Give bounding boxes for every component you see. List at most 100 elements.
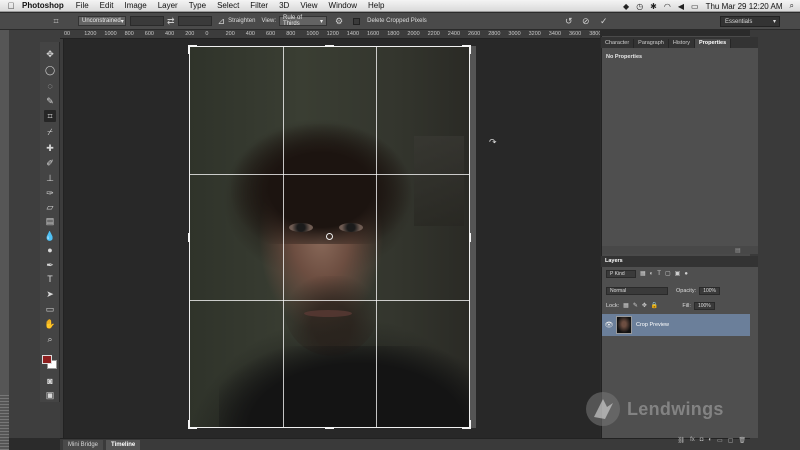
- trash-icon[interactable]: ▤: [735, 247, 741, 254]
- lock-image-icon[interactable]: ✎: [633, 302, 638, 309]
- new-layer-icon[interactable]: ▢: [728, 437, 734, 445]
- delete-cropped-pixels-checkbox[interactable]: [353, 17, 361, 25]
- filter-toggle-icon[interactable]: ●: [684, 271, 688, 277]
- apple-icon[interactable]: : [0, 1, 22, 11]
- swap-dimensions-icon[interactable]: ⇄: [167, 16, 175, 27]
- trash-icon[interactable]: 🗑: [738, 437, 746, 445]
- straighten-button[interactable]: Straighten: [228, 18, 255, 24]
- volume-icon[interactable]: ◀: [678, 2, 684, 11]
- crop-handle-left[interactable]: [188, 233, 190, 242]
- vertical-ruler[interactable]: [60, 39, 64, 438]
- path-selection-tool-icon[interactable]: ➤: [44, 288, 56, 300]
- tab-properties[interactable]: Properties: [694, 39, 732, 48]
- crop-handle-bottom-right-v[interactable]: [469, 420, 471, 429]
- filter-shape-icon[interactable]: ▢: [665, 270, 671, 277]
- menu-edit[interactable]: Edit: [100, 1, 114, 10]
- tab-timeline[interactable]: Timeline: [106, 439, 141, 450]
- crop-tool-icon[interactable]: ⌗: [44, 110, 56, 122]
- brush-tool-icon[interactable]: ✐: [44, 157, 56, 169]
- horizontal-ruler[interactable]: 00 1200 1000 800 600 400 200 0 200 400 600 800 1000 1…: [60, 30, 600, 39]
- crop-handle-top-right-v[interactable]: [469, 45, 471, 54]
- shape-tool-icon[interactable]: ▭: [44, 303, 56, 315]
- menu-select[interactable]: Select: [217, 1, 239, 10]
- opacity-field[interactable]: 100%: [699, 286, 720, 295]
- wifi-icon[interactable]: ◠: [664, 2, 671, 11]
- lock-all-icon[interactable]: 🔒: [651, 302, 658, 309]
- menubar-clock[interactable]: Thu Mar 29 12:20 AM: [706, 2, 783, 11]
- layer-name[interactable]: Crop Preview: [636, 322, 669, 328]
- move-tool-icon[interactable]: ✥: [44, 48, 56, 60]
- blur-tool-icon[interactable]: 💧: [44, 230, 56, 242]
- timemachine-icon[interactable]: ◷: [636, 2, 643, 11]
- menu-layer[interactable]: Layer: [158, 1, 178, 10]
- crop-tool-icon[interactable]: ⌗: [46, 16, 66, 27]
- tab-mini-bridge[interactable]: Mini Bridge: [63, 439, 104, 450]
- lasso-tool-icon[interactable]: ◌: [44, 80, 56, 92]
- layer-style-icon[interactable]: fx: [690, 437, 695, 445]
- menu-file[interactable]: File: [76, 1, 89, 10]
- tab-paragraph[interactable]: Paragraph: [634, 39, 669, 48]
- crop-handle-top-left-v[interactable]: [188, 45, 190, 54]
- marquee-tool-icon[interactable]: ◯: [44, 64, 56, 76]
- layer-visibility-eye-icon[interactable]: 👁: [602, 321, 616, 329]
- menu-window[interactable]: Window: [329, 1, 357, 10]
- menu-type[interactable]: Type: [189, 1, 206, 10]
- healing-brush-tool-icon[interactable]: ✚: [44, 142, 56, 154]
- filter-type-icon[interactable]: T: [657, 271, 661, 277]
- add-mask-icon[interactable]: ◘: [700, 437, 704, 445]
- link-layers-icon[interactable]: ⛓: [677, 437, 685, 445]
- search-icon[interactable]: ⌕: [790, 1, 794, 11]
- hand-tool-icon[interactable]: ✋: [44, 318, 56, 330]
- filter-pixel-icon[interactable]: ▦: [640, 270, 646, 277]
- crop-handle-bottom-left-v[interactable]: [188, 420, 190, 429]
- gear-icon[interactable]: ⚙: [335, 16, 343, 27]
- gradient-tool-icon[interactable]: ▤: [44, 215, 56, 227]
- cancel-icon[interactable]: ⊘: [582, 16, 590, 27]
- crop-ratio-select[interactable]: Unconstrained ▾: [78, 16, 126, 26]
- menu-view[interactable]: View: [300, 1, 317, 10]
- filter-adjustment-icon[interactable]: ◐: [650, 271, 654, 277]
- crop-height-field[interactable]: [177, 16, 212, 26]
- fill-field[interactable]: 100%: [693, 301, 715, 310]
- layers-panel-title[interactable]: Layers: [601, 256, 758, 267]
- quick-selection-tool-icon[interactable]: ✎: [44, 95, 56, 107]
- straighten-icon[interactable]: ⊿: [218, 16, 226, 27]
- checkmark-icon[interactable]: ✓: [600, 16, 608, 27]
- new-group-icon[interactable]: ▭: [717, 437, 723, 445]
- layer-filter-select[interactable]: P Kind: [606, 269, 636, 278]
- quick-mask-icon[interactable]: ◙: [44, 375, 56, 387]
- tab-history[interactable]: History: [669, 39, 695, 48]
- tab-character[interactable]: Character: [601, 39, 635, 48]
- dodge-tool-icon[interactable]: ●: [44, 244, 56, 256]
- menu-3d[interactable]: 3D: [279, 1, 289, 10]
- layer-row-crop-preview[interactable]: 👁 Crop Preview: [602, 314, 750, 336]
- battery-icon[interactable]: ▭: [691, 2, 699, 11]
- clone-stamp-tool-icon[interactable]: ⊥: [44, 172, 56, 184]
- lock-position-icon[interactable]: ✥: [642, 302, 647, 309]
- undo-icon[interactable]: ↺: [565, 16, 573, 27]
- lock-transparent-icon[interactable]: ▦: [623, 302, 629, 309]
- crop-width-field[interactable]: [130, 16, 164, 26]
- pen-tool-icon[interactable]: ✒: [44, 259, 56, 271]
- zoom-tool-icon[interactable]: ⌕: [44, 333, 56, 345]
- crop-handle-top[interactable]: [325, 45, 334, 47]
- adjustment-layer-icon[interactable]: ◐: [708, 437, 712, 445]
- foreground-color-swatch[interactable]: [42, 355, 52, 364]
- menu-app-name[interactable]: Photoshop: [22, 1, 64, 10]
- menu-help[interactable]: Help: [368, 1, 384, 10]
- eyedropper-tool-icon[interactable]: ⌿: [44, 126, 56, 138]
- menu-image[interactable]: Image: [124, 1, 146, 10]
- bluetooth-icon[interactable]: ✱: [650, 2, 657, 11]
- workspace-select[interactable]: Essentials ▾: [720, 16, 780, 27]
- screen-mode-icon[interactable]: ▣: [44, 389, 56, 401]
- type-tool-icon[interactable]: T: [44, 273, 56, 285]
- dropbox-icon[interactable]: ◆: [623, 2, 629, 11]
- history-brush-tool-icon[interactable]: ✑: [44, 187, 56, 199]
- filter-smart-object-icon[interactable]: ▣: [675, 270, 681, 277]
- menu-filter[interactable]: Filter: [250, 1, 268, 10]
- overlay-view-select[interactable]: Rule of Thirds ▾: [279, 15, 328, 27]
- crop-handle-right[interactable]: [469, 233, 471, 242]
- eraser-tool-icon[interactable]: ▱: [44, 201, 56, 213]
- blend-mode-select[interactable]: Normal: [606, 286, 668, 295]
- crop-handle-bottom[interactable]: [325, 427, 334, 429]
